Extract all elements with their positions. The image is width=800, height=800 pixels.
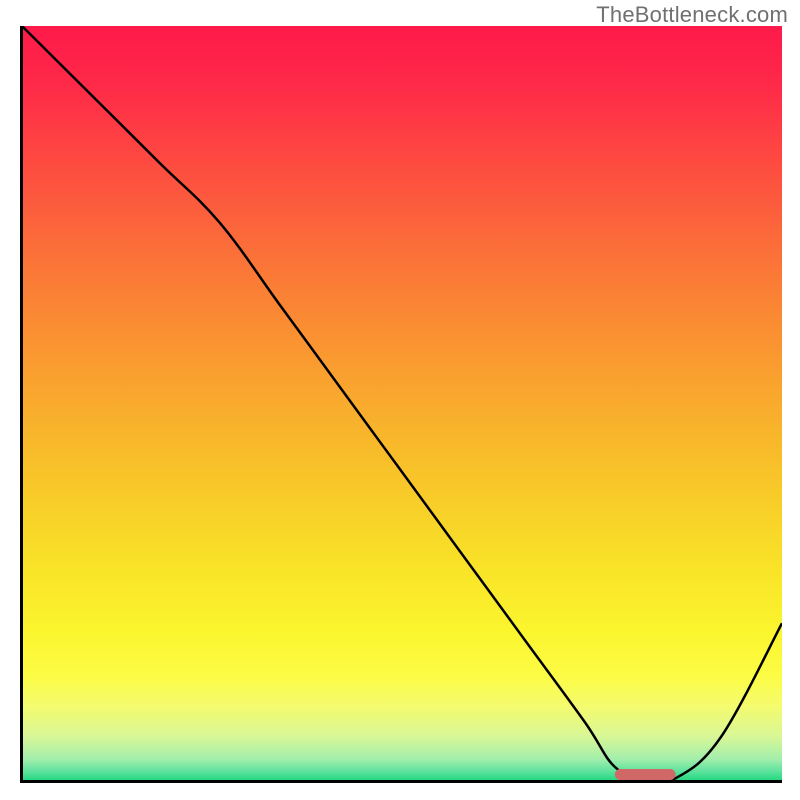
watermark-text: TheBottleneck.com (596, 2, 788, 28)
y-axis-line (20, 26, 23, 782)
x-axis-line (20, 780, 782, 783)
optimal-zone-marker (615, 769, 676, 780)
plot-area (22, 26, 782, 782)
chart-area (22, 26, 782, 782)
marker-layer (22, 26, 782, 782)
